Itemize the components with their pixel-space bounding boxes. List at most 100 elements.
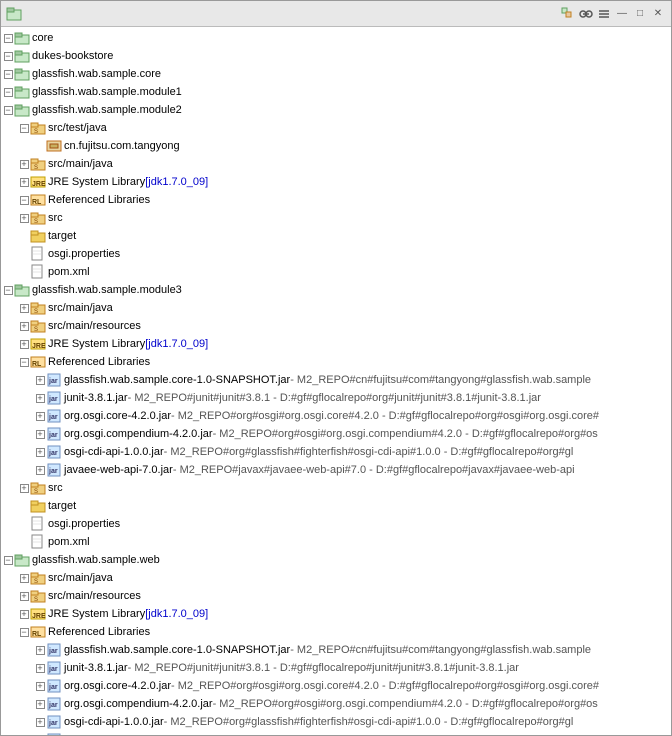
- tree-item-osgi-m2[interactable]: osgi.properties: [1, 245, 671, 263]
- tree-item-src-test-java[interactable]: −Ssrc/test/java: [1, 119, 671, 137]
- expand-icon[interactable]: +: [36, 718, 45, 727]
- tree-item-src-m3[interactable]: +Ssrc: [1, 479, 671, 497]
- tree-item-cn.fujitsu.com.tangyong[interactable]: cn.fujitsu.com.tangyong: [1, 137, 671, 155]
- expand-toggle[interactable]: +: [19, 159, 29, 169]
- expand-toggle[interactable]: +: [19, 573, 29, 583]
- expand-toggle[interactable]: +: [35, 465, 45, 475]
- tree-item-src-main-resources-mw[interactable]: +Ssrc/main/resources: [1, 587, 671, 605]
- collapse-icon[interactable]: −: [20, 628, 29, 637]
- close-icon[interactable]: ✕: [650, 6, 666, 22]
- expand-toggle[interactable]: +: [35, 375, 45, 385]
- expand-icon[interactable]: +: [20, 322, 29, 331]
- tree-item-src-main-java-m3[interactable]: +Ssrc/main/java: [1, 299, 671, 317]
- tree-item-jar-junit-m3[interactable]: +jarjunit-3.8.1.jar - M2_REPO#junit#juni…: [1, 389, 671, 407]
- expand-toggle[interactable]: +: [35, 429, 45, 439]
- expand-icon[interactable]: +: [36, 430, 45, 439]
- expand-toggle[interactable]: +: [19, 609, 29, 619]
- expand-toggle[interactable]: [19, 267, 29, 277]
- tree-item-jre-m3[interactable]: +JREJRE System Library [jdk1.7.0_09]: [1, 335, 671, 353]
- expand-toggle[interactable]: +: [35, 681, 45, 691]
- tree-item-jar-junit-mw[interactable]: +jarjunit-3.8.1.jar - M2_REPO#junit#juni…: [1, 659, 671, 677]
- collapse-icon[interactable]: −: [20, 124, 29, 133]
- tree-item-jre-mw[interactable]: +JREJRE System Library [jdk1.7.0_09]: [1, 605, 671, 623]
- collapse-icon[interactable]: −: [20, 358, 29, 367]
- expand-icon[interactable]: +: [36, 664, 45, 673]
- expand-toggle[interactable]: −: [3, 555, 13, 565]
- expand-icon[interactable]: +: [36, 646, 45, 655]
- tree-view[interactable]: −core−dukes-bookstore −glassfish.wab.samp…: [1, 27, 671, 735]
- tree-item-target-m2[interactable]: target: [1, 227, 671, 245]
- tree-item-dukes-bookstore[interactable]: −dukes-bookstore: [1, 47, 671, 65]
- expand-icon[interactable]: +: [20, 610, 29, 619]
- tree-item-jar-core-m3[interactable]: +jarglassfish.wab.sample.core-1.0-SNAPSH…: [1, 371, 671, 389]
- tree-item-jar-cdi-m3[interactable]: +jarosgi-cdi-api-1.0.0.jar - M2_REPO#org…: [1, 443, 671, 461]
- expand-icon[interactable]: +: [20, 304, 29, 313]
- tree-item-jar-core-mw[interactable]: +jarglassfish.wab.sample.core-1.0-SNAPSH…: [1, 641, 671, 659]
- tree-item-src-m2[interactable]: +Ssrc: [1, 209, 671, 227]
- expand-toggle[interactable]: −: [3, 69, 13, 79]
- collapse-icon[interactable]: −: [4, 70, 13, 79]
- tree-item-src-main-java-m2[interactable]: +Ssrc/main/java: [1, 155, 671, 173]
- expand-icon[interactable]: +: [20, 160, 29, 169]
- expand-toggle[interactable]: −: [3, 105, 13, 115]
- expand-icon[interactable]: +: [36, 448, 45, 457]
- expand-toggle[interactable]: −: [3, 33, 13, 43]
- expand-toggle[interactable]: +: [35, 699, 45, 709]
- expand-toggle[interactable]: [19, 537, 29, 547]
- minimize-icon[interactable]: —: [614, 6, 630, 22]
- expand-toggle[interactable]: −: [19, 195, 29, 205]
- tree-item-reflib-mw[interactable]: −RLReferenced Libraries: [1, 623, 671, 641]
- collapse-icon[interactable]: −: [4, 286, 13, 295]
- collapse-icon[interactable]: −: [4, 52, 13, 61]
- collapse-icon[interactable]: −: [4, 88, 13, 97]
- expand-icon[interactable]: +: [20, 592, 29, 601]
- tree-item-jar-osgi-compound-m3[interactable]: +jarorg.osgi.compendium-4.2.0.jar - M2_R…: [1, 425, 671, 443]
- collapse-icon[interactable]: −: [4, 556, 13, 565]
- expand-icon[interactable]: +: [20, 178, 29, 187]
- expand-toggle[interactable]: [19, 249, 29, 259]
- expand-icon[interactable]: +: [20, 574, 29, 583]
- tree-item-src-main-resources-m3[interactable]: +Ssrc/main/resources: [1, 317, 671, 335]
- expand-toggle[interactable]: +: [19, 339, 29, 349]
- tree-item-target-m3[interactable]: target: [1, 497, 671, 515]
- tree-item-jar-osgi-core-m3[interactable]: +jarorg.osgi.core-4.2.0.jar - M2_REPO#or…: [1, 407, 671, 425]
- expand-toggle[interactable]: +: [35, 663, 45, 673]
- expand-toggle[interactable]: +: [19, 303, 29, 313]
- tree-item-reflib-m3[interactable]: −RLReferenced Libraries: [1, 353, 671, 371]
- expand-icon[interactable]: +: [36, 682, 45, 691]
- expand-icon[interactable]: +: [36, 412, 45, 421]
- expand-toggle[interactable]: +: [35, 411, 45, 421]
- expand-toggle[interactable]: +: [35, 645, 45, 655]
- tree-item-glassfish.wab.sample.module2[interactable]: −glassfish.wab.sample.module2: [1, 101, 671, 119]
- collapse-icon[interactable]: [596, 6, 612, 22]
- tree-item-src-main-java-mw[interactable]: +Ssrc/main/java: [1, 569, 671, 587]
- expand-toggle[interactable]: +: [19, 321, 29, 331]
- expand-icon[interactable]: +: [20, 340, 29, 349]
- expand-toggle[interactable]: +: [19, 213, 29, 223]
- expand-toggle[interactable]: +: [19, 177, 29, 187]
- expand-toggle[interactable]: +: [35, 717, 45, 727]
- expand-toggle[interactable]: +: [35, 393, 45, 403]
- expand-toggle[interactable]: [19, 501, 29, 511]
- tree-item-pom-m3[interactable]: pom.xml: [1, 533, 671, 551]
- collapse-icon[interactable]: −: [20, 196, 29, 205]
- link-icon[interactable]: [578, 6, 594, 22]
- expand-toggle[interactable]: −: [3, 285, 13, 295]
- tree-item-jar-javaee-mw[interactable]: +jarjavaee-web-api-7.0.jar - M2_REPO#jav…: [1, 731, 671, 735]
- collapse-icon[interactable]: −: [4, 34, 13, 43]
- expand-icon[interactable]: +: [20, 484, 29, 493]
- maximize-icon[interactable]: □: [632, 6, 648, 22]
- expand-icon[interactable]: +: [36, 394, 45, 403]
- expand-icon[interactable]: +: [36, 466, 45, 475]
- tree-item-core[interactable]: −core: [1, 29, 671, 47]
- expand-icon[interactable]: +: [36, 376, 45, 385]
- expand-toggle[interactable]: −: [3, 87, 13, 97]
- tree-item-jar-javaee-m3[interactable]: +jarjavaee-web-api-7.0.jar - M2_REPO#jav…: [1, 461, 671, 479]
- expand-toggle[interactable]: +: [19, 483, 29, 493]
- expand-toggle[interactable]: +: [19, 591, 29, 601]
- expand-toggle[interactable]: [19, 519, 29, 529]
- tree-item-jre-m2[interactable]: +JREJRE System Library [jdk1.7.0_09]: [1, 173, 671, 191]
- tree-item-glassfish.wab.sample.module1[interactable]: −glassfish.wab.sample.module1: [1, 83, 671, 101]
- tree-item-jar-osgi-compound-mw[interactable]: +jarorg.osgi.compendium-4.2.0.jar - M2_R…: [1, 695, 671, 713]
- expand-toggle[interactable]: −: [19, 627, 29, 637]
